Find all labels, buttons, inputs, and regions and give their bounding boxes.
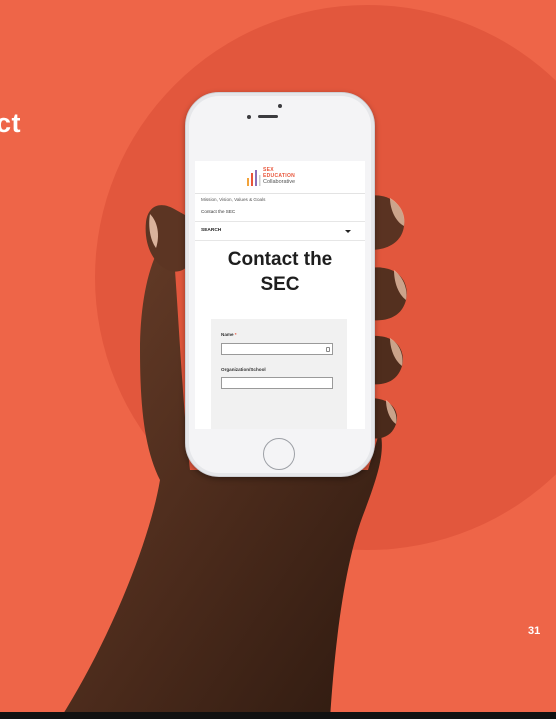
required-mark: * [234,332,237,337]
sec-logo-icon[interactable] [247,170,261,186]
page-title: Contact the SEC [195,247,365,297]
front-camera [247,115,251,119]
search-label: SEARCH [201,228,222,233]
home-button[interactable] [263,438,295,470]
phone-device: SEX EDUCATION Collaborative Mission, Vis… [185,92,375,477]
site-logo-text[interactable]: SEX EDUCATION Collaborative [263,168,295,186]
name-input[interactable] [221,343,333,355]
proximity-sensor [278,104,282,108]
nav-item-mission[interactable]: Mission, Vision, Values & Goals [201,197,265,202]
phone-screen: SEX EDUCATION Collaborative Mission, Vis… [195,161,365,429]
page-title-line2: SEC [260,274,300,295]
earpiece-speaker [258,115,278,118]
chevron-down-icon[interactable] [345,230,351,233]
search-dropdown[interactable]: SEARCH [195,221,365,241]
autofill-icon[interactable] [326,347,330,352]
name-label-text: Name [221,332,234,337]
organization-field-label: Organization/School [221,367,266,372]
page-title-line1: Contact the [227,249,333,270]
slide: ct SEX EDUCATION Collaborative Mission, … [0,0,556,719]
bottom-bar [0,712,556,719]
logo-line-collaborative: Collaborative [263,179,296,185]
slide-page-number: 31 [528,625,541,637]
name-field-label: Name * [221,332,237,337]
site-header: SEX EDUCATION Collaborative [195,161,365,194]
organization-input[interactable] [221,377,333,389]
nav-item-contact[interactable]: Contact the SEC [201,209,235,214]
contact-form: Name * Organization/School [211,319,347,429]
